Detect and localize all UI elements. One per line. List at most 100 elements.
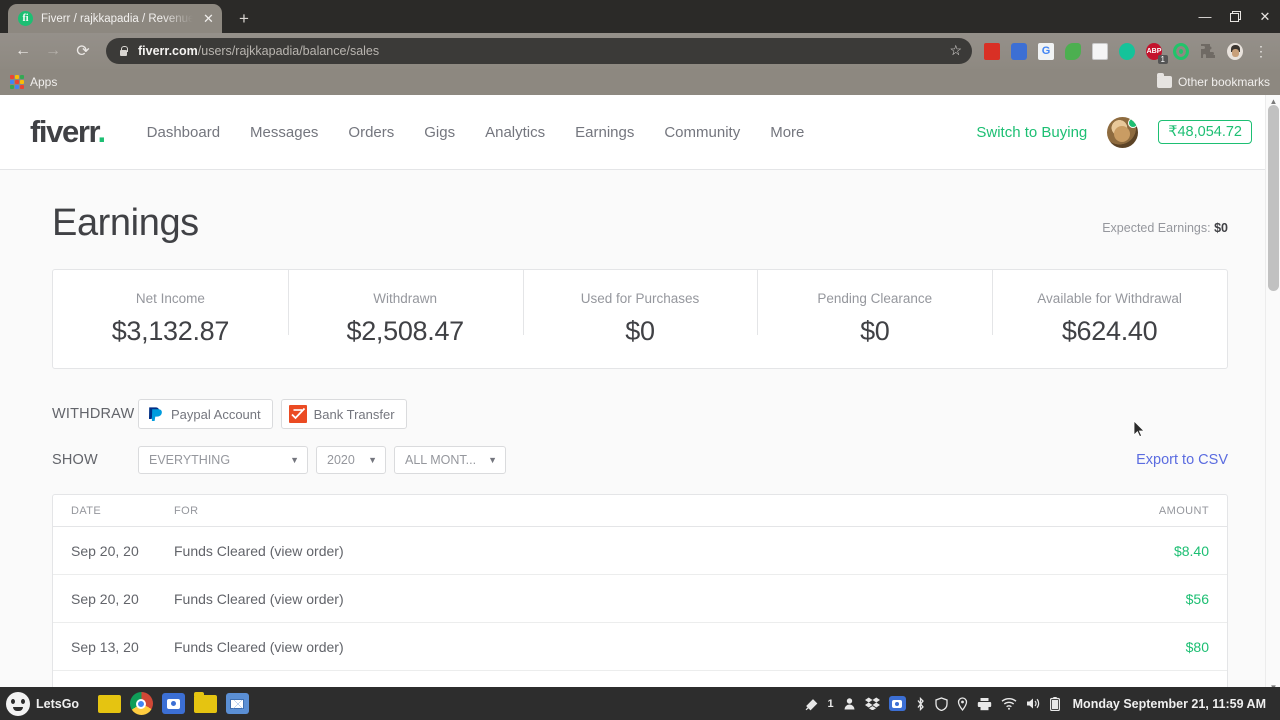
stat-value: $0 bbox=[625, 316, 655, 346]
bluetooth-icon[interactable] bbox=[915, 696, 926, 711]
stat-label: Used for Purchases bbox=[580, 291, 700, 306]
taskbar: LetsGo 1 Monday September 21, 11:59 AM bbox=[0, 687, 1280, 720]
site-header: fiverr. Dashboard Messages Orders Gigs A… bbox=[0, 95, 1280, 170]
chevron-down-icon: ▼ bbox=[368, 455, 377, 465]
google-translate-extension[interactable]: G bbox=[1034, 39, 1058, 63]
taskbar-clock: Monday September 21, 11:59 AM bbox=[1072, 696, 1266, 711]
nav-item-gigs[interactable]: Gigs bbox=[424, 124, 455, 141]
other-bookmarks-label: Other bookmarks bbox=[1177, 75, 1270, 89]
filter-type-select[interactable]: EVERYTHING ▼ bbox=[138, 446, 308, 474]
nav-item-dashboard[interactable]: Dashboard bbox=[147, 124, 220, 141]
address-bar[interactable]: fiverr.com/users/rajkkapadia/balance/sal… bbox=[106, 38, 972, 64]
volume-icon[interactable] bbox=[1026, 697, 1041, 710]
fiverr-logo[interactable]: fiverr. bbox=[30, 114, 106, 150]
stat-label: Pending Clearance bbox=[817, 291, 933, 306]
reload-button[interactable]: ⟳ bbox=[68, 37, 98, 65]
expected-earnings: Expected Earnings: $0 bbox=[1102, 221, 1228, 245]
main-nav: Dashboard Messages Orders Gigs Analytics… bbox=[147, 124, 805, 141]
profile-avatar-icon[interactable] bbox=[1223, 39, 1247, 63]
nav-item-orders[interactable]: Orders bbox=[348, 124, 394, 141]
file-manager-taskbar-item[interactable] bbox=[95, 690, 123, 717]
nav-item-analytics[interactable]: Analytics bbox=[485, 124, 545, 141]
stat-value: $0 bbox=[860, 316, 890, 346]
close-window-icon[interactable]: ✕ bbox=[1250, 0, 1280, 33]
notes-extension[interactable] bbox=[1088, 39, 1112, 63]
withdraw-bank-transfer-button[interactable]: Bank Transfer bbox=[280, 399, 407, 429]
page-content: Earnings Expected Earnings: $0 Net Incom… bbox=[0, 170, 1280, 695]
filter-type-value: EVERYTHING bbox=[149, 453, 231, 467]
reading-list-extension[interactable] bbox=[980, 39, 1004, 63]
mouse-cursor bbox=[1133, 420, 1145, 438]
mail-taskbar-item[interactable] bbox=[223, 690, 251, 717]
cell-date: Sep 20, 20 bbox=[71, 590, 139, 607]
avatar[interactable] bbox=[1107, 116, 1139, 148]
stat-value: $3,132.87 bbox=[111, 316, 230, 346]
dropbox-icon[interactable] bbox=[864, 697, 880, 710]
withdraw-row: WITHDRAW Paypal Account Bank Transfer bbox=[52, 399, 1228, 429]
filter-year-select[interactable]: 2020 ▼ bbox=[316, 446, 386, 474]
page-title-row: Earnings Expected Earnings: $0 bbox=[52, 170, 1228, 245]
table-row[interactable]: Sep 13, 20 Funds Cleared (view order) $8… bbox=[53, 623, 1227, 671]
scrollbar-thumb[interactable] bbox=[1268, 105, 1279, 291]
screen-capture-extension[interactable] bbox=[1007, 39, 1031, 63]
filter-month-value: ALL MONT... bbox=[405, 453, 477, 467]
switch-to-buying-link[interactable]: Switch to Buying bbox=[976, 124, 1087, 141]
printer-icon[interactable] bbox=[977, 697, 992, 711]
forward-button[interactable]: → bbox=[38, 37, 68, 65]
grammarly-extension[interactable] bbox=[1115, 39, 1139, 63]
nav-item-community[interactable]: Community bbox=[664, 124, 740, 141]
cell-for[interactable]: Funds Cleared (view order) bbox=[174, 543, 1174, 559]
stat-label: Available for Withdrawal bbox=[1037, 291, 1182, 306]
shield-icon[interactable] bbox=[934, 696, 948, 711]
notification-icon[interactable] bbox=[805, 697, 819, 711]
new-tab-button[interactable]: + bbox=[231, 7, 257, 33]
bookmark-star-icon[interactable]: ☆ bbox=[949, 42, 962, 59]
start-menu-label[interactable]: LetsGo bbox=[36, 697, 79, 711]
nav-item-more[interactable]: More bbox=[770, 124, 804, 141]
table-row[interactable]: Sep 20, 20 Funds Cleared (view order) $5… bbox=[53, 575, 1227, 623]
screenshot-icon[interactable] bbox=[888, 696, 906, 711]
evernote-extension[interactable] bbox=[1061, 39, 1085, 63]
table-row[interactable]: Sep 20, 20 Funds Cleared (view order) $8… bbox=[53, 527, 1227, 575]
extensions-bar: G ABP 1 ⋮ bbox=[980, 39, 1272, 64]
logo-text: fiverr bbox=[30, 114, 99, 149]
nav-item-messages[interactable]: Messages bbox=[250, 124, 318, 141]
adblock-plus-extension[interactable]: ABP 1 bbox=[1142, 39, 1168, 64]
close-tab-icon[interactable]: ✕ bbox=[201, 11, 216, 26]
screenshot-taskbar-item[interactable] bbox=[159, 690, 187, 717]
puzzle-extensions-icon[interactable] bbox=[1196, 39, 1220, 63]
user-icon[interactable] bbox=[843, 697, 856, 710]
stat-available-for-withdrawal: Available for Withdrawal $624.40 bbox=[992, 269, 1227, 347]
page-scrollbar[interactable]: ▲ ▼ bbox=[1265, 95, 1280, 695]
apps-bookmark[interactable]: Apps bbox=[10, 75, 57, 89]
cell-amount: $8.40 bbox=[1173, 542, 1209, 559]
withdraw-bank-label: Bank Transfer bbox=[313, 406, 395, 422]
column-header-for: FOR bbox=[174, 504, 199, 517]
start-menu-icon[interactable] bbox=[6, 691, 30, 716]
browser-tab[interactable]: fi Fiverr / rajkkapadia / Revenues ✕ bbox=[8, 4, 222, 33]
location-icon[interactable] bbox=[957, 696, 968, 711]
paypal-icon bbox=[146, 405, 164, 423]
fiverr-favicon: fi bbox=[18, 11, 33, 26]
balance-badge[interactable]: ₹48,054.72 bbox=[1158, 119, 1252, 145]
nav-item-earnings[interactable]: Earnings bbox=[575, 124, 634, 141]
cell-for[interactable]: Funds Cleared (view order) bbox=[174, 591, 1186, 607]
withdraw-paypal-button[interactable]: Paypal Account bbox=[138, 399, 273, 429]
back-button[interactable]: ← bbox=[8, 37, 38, 65]
filter-year-value: 2020 bbox=[327, 453, 355, 467]
filter-month-select[interactable]: ALL MONT... ▼ bbox=[394, 446, 506, 474]
wifi-icon[interactable] bbox=[1001, 697, 1017, 710]
opera-extension[interactable] bbox=[1169, 39, 1193, 63]
maximize-window-icon[interactable] bbox=[1220, 0, 1250, 33]
browser-menu-button[interactable]: ⋮ bbox=[1250, 44, 1272, 58]
notification-count: 1 bbox=[827, 697, 834, 710]
cell-date: Sep 20, 20 bbox=[71, 542, 139, 559]
chrome-taskbar-item[interactable] bbox=[127, 690, 155, 717]
cell-for[interactable]: Funds Cleared (view order) bbox=[174, 639, 1186, 655]
bank-transfer-icon bbox=[288, 405, 307, 423]
battery-icon[interactable] bbox=[1049, 696, 1060, 711]
folder-taskbar-item[interactable] bbox=[191, 690, 219, 717]
other-bookmarks[interactable]: Other bookmarks bbox=[1156, 73, 1270, 89]
export-to-csv-link[interactable]: Export to CSV bbox=[1136, 452, 1228, 468]
minimize-window-icon[interactable]: — bbox=[1190, 0, 1220, 33]
